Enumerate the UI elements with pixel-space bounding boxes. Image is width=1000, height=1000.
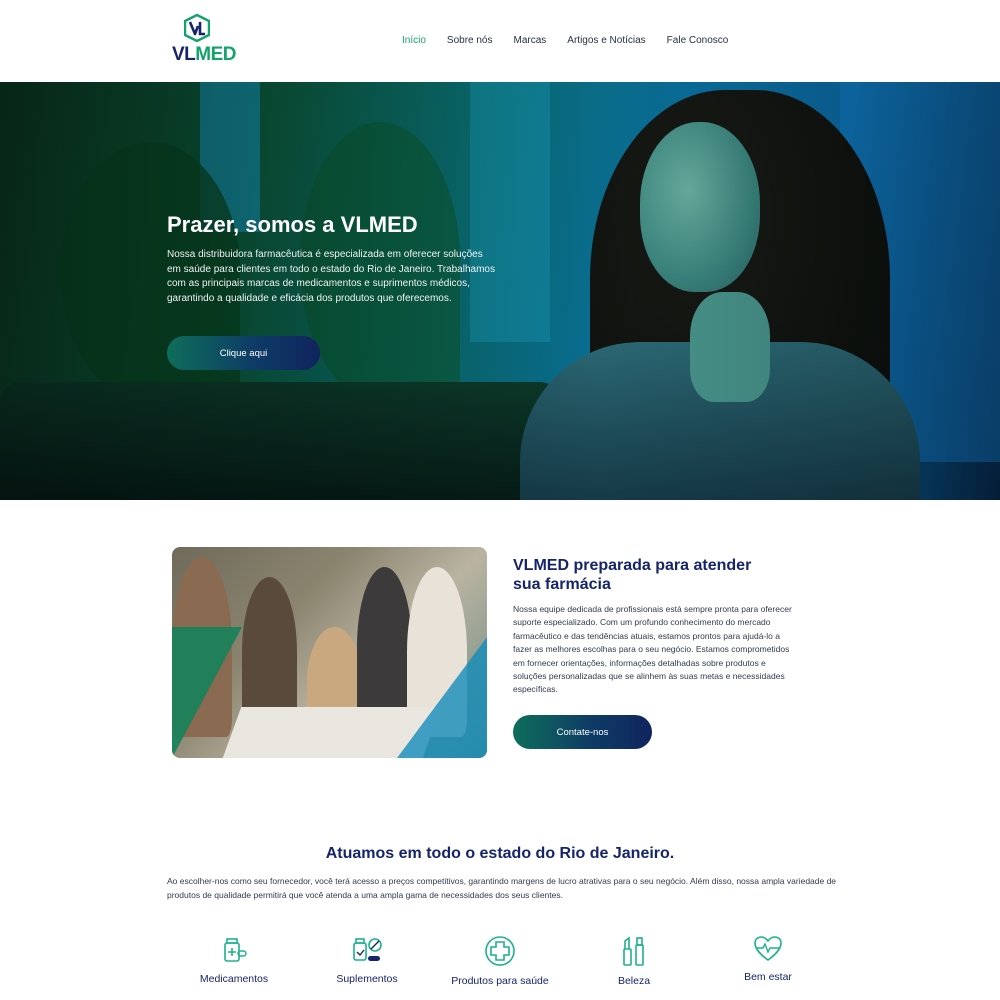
main-nav: Início Sobre nós Marcas Artigos e Notíci… (402, 35, 749, 46)
contact-button[interactable]: Contate-nos (513, 715, 652, 749)
coverage-title: Atuamos em todo o estado do Rio de Janei… (325, 845, 675, 862)
category-label: Bem estar (744, 971, 792, 983)
nav-item-artigos-noticias[interactable]: Artigos e Notícias (567, 35, 645, 46)
medicine-bottle-icon (224, 938, 247, 962)
logo-text-med: MED (195, 44, 237, 65)
category-label: Suplementos (336, 973, 398, 985)
vlmed-logo[interactable]: VLMED (172, 14, 237, 66)
nav-item-sobre-nos[interactable]: Sobre nós (447, 35, 493, 46)
coverage-description: Ao escolher-nos como seu fornecedor, voc… (167, 876, 837, 900)
health-cross-icon (485, 936, 515, 966)
nav-item-fale-conosco[interactable]: Fale Conosco (667, 35, 729, 46)
hero-description: Nossa distribuidora farmacêutica é espec… (167, 249, 495, 304)
nav-item-inicio[interactable]: Início (402, 35, 426, 46)
logo-mark-icon (184, 14, 210, 42)
nav-item-marcas[interactable]: Marcas (514, 35, 547, 46)
team-person (357, 567, 412, 727)
hero-title: Prazer, somos a VLMED (167, 212, 418, 237)
category-label: Produtos para saúde (451, 975, 549, 987)
about-description: Nossa equipe dedicada de profissionais e… (513, 604, 792, 695)
cosmetics-icon (623, 936, 644, 966)
heart-pulse-icon (754, 936, 782, 961)
category-produtos-saude[interactable]: Produtos para saúde (440, 935, 560, 987)
site-header: VLMED Início Sobre nós Marcas Artigos e … (0, 0, 1000, 82)
category-label: Medicamentos (199, 973, 269, 985)
category-suplementos[interactable]: Suplementos (307, 935, 427, 985)
category-medicamentos[interactable]: Medicamentos (174, 935, 294, 985)
team-person (242, 577, 297, 727)
hero-shade (0, 82, 1000, 500)
team-photo (172, 547, 487, 758)
hero-cta-button[interactable]: Clique aqui (167, 336, 320, 370)
logo-text-vl: VL (172, 44, 196, 65)
logo-wordmark: VLMED (172, 44, 237, 66)
hero-banner: Prazer, somos a VLMED Nossa distribuidor… (0, 82, 1000, 500)
about-title: VLMED preparada para atender sua farmáci… (513, 557, 752, 593)
category-label: Beleza (617, 975, 651, 987)
category-bem-estar[interactable]: Bem estar (708, 935, 828, 983)
supplements-icon (353, 938, 382, 961)
category-beleza[interactable]: Beleza (574, 935, 694, 987)
